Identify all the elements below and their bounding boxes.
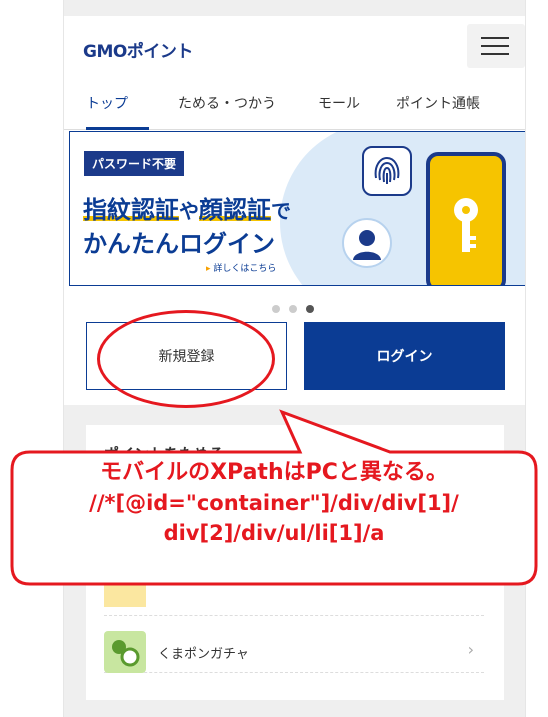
carousel-dot[interactable] xyxy=(272,305,280,313)
nav-tabs: トップ ためる・つかう モール ポイント通帳 xyxy=(64,76,525,130)
headline-face: 顔認証 xyxy=(199,196,271,224)
face-icon xyxy=(342,218,392,268)
gmo-point-logo[interactable]: GMOポイント xyxy=(83,37,193,62)
list-item-label: くまポンガチャ xyxy=(158,647,249,662)
tab-top[interactable]: トップ xyxy=(86,93,128,113)
promo-banner[interactable]: パスワード不要 指紋認証や顔認証で かんたんログイン ▸ 詳しくはこちら xyxy=(69,131,525,286)
password-free-badge: パスワード不要 xyxy=(84,151,185,176)
carousel-indicator xyxy=(272,298,323,317)
active-tab-indicator xyxy=(86,127,149,130)
top-strip xyxy=(64,0,525,16)
banner-headline-line2: かんたんログイン xyxy=(83,230,275,258)
banner-headline: 指紋認証や顔認証で xyxy=(83,190,291,225)
tab-mall[interactable]: モール xyxy=(318,93,360,113)
headline-de: で xyxy=(271,199,291,223)
highlight-ellipse xyxy=(97,310,275,408)
menu-button[interactable] xyxy=(467,24,525,68)
headline-ya: や xyxy=(179,199,199,223)
headline-fingerprint: 指紋認証 xyxy=(83,196,179,224)
login-button[interactable]: ログイン xyxy=(304,322,505,390)
content-area: ポイントをためる くまポンガチャ › xyxy=(64,405,525,717)
detail-link-label: 詳しくはこちら xyxy=(213,264,277,274)
callout-line-3: div[2]/div/ul/li[1]/a xyxy=(163,521,385,545)
menu-icon-bar xyxy=(481,45,509,47)
site-header: GMOポイント xyxy=(64,16,525,76)
carousel-dot-active[interactable] xyxy=(306,305,314,313)
tab-earn-use[interactable]: ためる・つかう xyxy=(178,93,276,113)
chevron-right-icon: › xyxy=(467,640,474,659)
kumapon-icon xyxy=(104,631,146,673)
carousel-dot[interactable] xyxy=(289,305,297,313)
callout-text: モバイルのXPathはPCと異なる。 //*[@id="container"]/… xyxy=(12,458,536,548)
callout-line-2: //*[@id="container"]/div/div[1]/ xyxy=(89,491,459,515)
list-item-kumapon-gacha[interactable]: くまポンガチャ › xyxy=(104,615,484,673)
star-icon xyxy=(104,585,146,607)
callout-line-1: モバイルのXPathはPCと異なる。 xyxy=(100,460,448,485)
menu-icon-bar xyxy=(481,53,509,55)
key-icon xyxy=(454,198,478,252)
menu-icon xyxy=(481,37,509,39)
tab-point-passbook[interactable]: ポイント通帳 xyxy=(396,93,480,113)
smartphone-icon xyxy=(426,152,506,285)
banner-detail-link[interactable]: ▸ 詳しくはこちら xyxy=(206,261,276,274)
fingerprint-icon xyxy=(362,146,412,196)
